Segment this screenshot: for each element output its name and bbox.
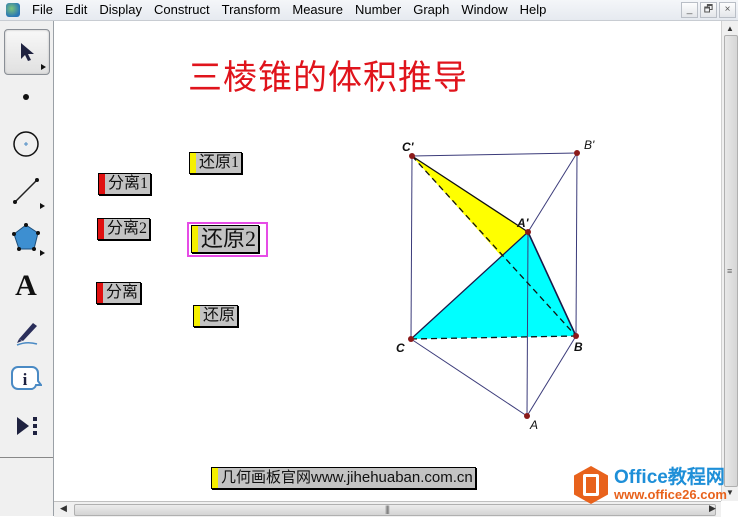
vertical-scrollbar[interactable]: ▲ ≡ ▼: [721, 21, 738, 501]
label-aprime[interactable]: A': [516, 216, 530, 230]
grip-icon: |||: [385, 504, 390, 514]
point-b[interactable]: [573, 333, 579, 339]
watermark-url: www.office26.com: [614, 487, 727, 502]
scroll-right-arrow-icon[interactable]: ▶: [709, 503, 716, 514]
label-bprime[interactable]: B': [584, 138, 595, 152]
point-c[interactable]: [408, 336, 414, 342]
scroll-left-arrow-icon[interactable]: ◀: [60, 503, 67, 514]
edge-cprime-bprime[interactable]: [411, 152, 578, 157]
cyan-face[interactable]: [411, 232, 576, 339]
scroll-down-arrow-icon[interactable]: ▼: [726, 488, 734, 497]
label-c[interactable]: C: [396, 341, 405, 355]
watermark-title: Office教程网: [614, 467, 725, 488]
label-a[interactable]: A: [529, 418, 538, 432]
horizontal-scroll-thumb[interactable]: |||: [74, 504, 716, 516]
point-bprime[interactable]: [574, 150, 580, 156]
watermark: Office教程网 www.office26.com: [574, 466, 727, 504]
yellow-face[interactable]: [412, 156, 528, 257]
grip-icon: ≡: [727, 266, 732, 276]
edge-cprime-c[interactable]: [410, 155, 413, 340]
edge-bprime-b[interactable]: [575, 152, 578, 337]
edge-bprime-aprime[interactable]: [527, 152, 578, 233]
prism-figure: C' B' A' C B A: [396, 138, 595, 432]
edge-c-a[interactable]: [410, 338, 528, 417]
label-cprime[interactable]: C': [402, 140, 415, 154]
office-logo-icon: [574, 466, 608, 504]
vertical-scroll-thumb[interactable]: ≡: [724, 35, 738, 487]
label-b[interactable]: B: [574, 340, 583, 354]
scroll-up-arrow-icon[interactable]: ▲: [726, 24, 734, 33]
edge-b-a[interactable]: [526, 335, 577, 417]
